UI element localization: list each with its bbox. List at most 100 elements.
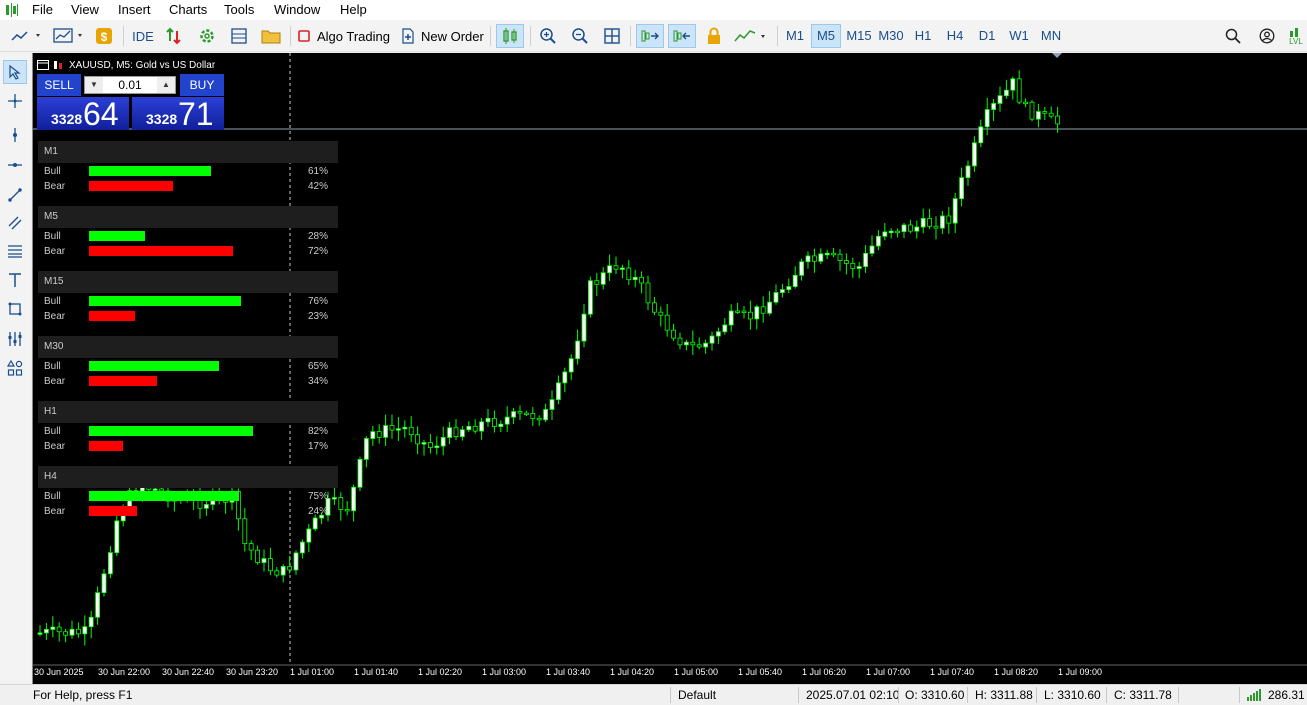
drawing-tools-panel — [0, 53, 31, 684]
time-axis-label: 1 Jul 04:20 — [610, 667, 655, 677]
candle-body — [792, 274, 798, 287]
candle-body — [837, 253, 843, 261]
ide-button[interactable]: IDE — [128, 24, 158, 48]
bear-label: Bear — [44, 311, 66, 322]
profile-name[interactable]: Default — [678, 688, 716, 702]
timeframe-d1-button[interactable]: D1 — [972, 24, 1002, 48]
trade-signal-button[interactable] — [162, 24, 186, 48]
lock-button[interactable] — [702, 24, 726, 48]
horizontal-line-tool[interactable] — [3, 153, 27, 177]
crosshair-tool[interactable] — [3, 89, 27, 113]
account-button[interactable] — [1255, 24, 1279, 48]
chart-template-icon — [53, 28, 82, 43]
candle-body — [677, 337, 683, 346]
auto-scroll-button[interactable] — [636, 24, 664, 48]
candle-body — [280, 566, 286, 576]
candle-body — [856, 266, 862, 269]
candle-body — [767, 301, 772, 314]
time-axis-label: 30 Jun 2025 — [34, 667, 84, 677]
chart-shift-button[interactable] — [668, 24, 696, 48]
timeframe-w1-button[interactable]: W1 — [1004, 24, 1034, 48]
candle-body — [972, 142, 977, 167]
lot-size-input[interactable]: ▼ 0.01 ▲ — [84, 76, 176, 94]
lot-increase-arrow[interactable]: ▲ — [157, 77, 175, 93]
shapes-tool[interactable] — [3, 297, 27, 321]
options-button[interactable] — [195, 24, 219, 48]
buy-price-big: 71 — [178, 96, 214, 132]
text-icon — [9, 273, 21, 287]
lvl-button[interactable]: LVL — [1286, 24, 1306, 48]
menu-view[interactable]: View — [71, 2, 99, 17]
bull-label: Bull — [44, 166, 61, 177]
channel-tool[interactable] — [3, 211, 27, 235]
candle-body — [383, 425, 389, 438]
buy-price-box[interactable]: 3328 71 — [132, 97, 224, 130]
objects-tool[interactable] — [3, 356, 27, 380]
menu-charts[interactable]: Charts — [169, 2, 207, 17]
timeframe-m15-button[interactable]: M15 — [843, 24, 875, 48]
timeframe-m1-button[interactable]: M1 — [781, 24, 809, 48]
bear-label: Bear — [44, 246, 66, 257]
time-axis-label: 30 Jun 23:20 — [226, 667, 279, 677]
elliott-tool[interactable] — [3, 327, 27, 351]
indicators-dropdown[interactable] — [732, 24, 772, 48]
menu-window[interactable]: Window — [274, 2, 320, 17]
candle-body — [491, 417, 497, 427]
calculator-button[interactable] — [227, 24, 251, 48]
sell-price-prefix: 3328 — [51, 111, 83, 127]
sell-button[interactable]: SELL — [37, 74, 81, 96]
trend-line-tool[interactable] — [3, 183, 27, 207]
timeframe-m5-button[interactable]: M5 — [811, 24, 841, 48]
templates-dropdown[interactable] — [50, 24, 88, 48]
sell-price-box[interactable]: 3328 64 — [37, 97, 129, 130]
bull-percent: 28% — [308, 231, 329, 242]
candle-body — [498, 423, 504, 427]
tile-windows-button[interactable] — [600, 24, 624, 48]
open-folder-button[interactable] — [259, 24, 283, 48]
candle-body — [620, 267, 625, 270]
menu-help[interactable]: Help — [340, 2, 367, 17]
text-tool[interactable] — [3, 268, 27, 292]
timeframe-h4-button[interactable]: H4 — [940, 24, 970, 48]
algo-trading-button[interactable]: Algo Trading — [297, 24, 392, 48]
time-axis-label: 1 Jul 05:00 — [674, 667, 719, 677]
menu-file[interactable]: File — [32, 2, 53, 17]
help-hint: For Help, press F1 — [33, 688, 133, 702]
candle-body — [940, 215, 945, 229]
timeframe-mn-button[interactable]: MN — [1036, 24, 1066, 48]
menu-tools[interactable]: Tools — [224, 2, 254, 17]
lot-decrease-arrow[interactable]: ▼ — [85, 77, 103, 93]
candle-body — [114, 520, 120, 553]
candle-body — [741, 310, 747, 313]
new-order-button[interactable]: New Order — [400, 24, 484, 48]
sell-price-big: 64 — [83, 96, 119, 132]
candle-body — [632, 276, 638, 281]
price-chart[interactable]: XAUUSD, M5: Gold vs US Dollar SELL ▼ 0.0… — [32, 53, 1307, 684]
candle-body — [351, 486, 357, 512]
menu-insert[interactable]: Insert — [118, 2, 151, 17]
search-button[interactable] — [1221, 24, 1245, 48]
candle-body — [299, 541, 305, 554]
candle-body — [869, 245, 875, 254]
candle-body — [831, 252, 836, 256]
zoom-in-button[interactable] — [536, 24, 560, 48]
buy-button[interactable]: BUY — [180, 74, 224, 96]
timeframe-h1-button[interactable]: H1 — [908, 24, 938, 48]
candle-body — [652, 302, 657, 313]
candle-body — [600, 272, 606, 285]
market-button[interactable]: $ — [93, 24, 115, 48]
zoom-out-button[interactable] — [568, 24, 592, 48]
fibonacci-tool[interactable] — [3, 239, 27, 263]
candle-body — [658, 311, 664, 316]
vertical-line-tool[interactable] — [3, 123, 27, 147]
timeframe-m30-button[interactable]: M30 — [875, 24, 907, 48]
candle-body — [370, 431, 376, 439]
time-axis-label: 1 Jul 01:00 — [290, 667, 335, 677]
candle-body — [984, 109, 990, 128]
candle-body — [543, 409, 549, 421]
chart-type-dropdown[interactable] — [8, 24, 46, 48]
cursor-tool[interactable] — [3, 60, 27, 84]
lock-icon — [708, 27, 720, 44]
strength-timeframe-title: H1 — [38, 401, 338, 423]
candlestick-chart-button[interactable] — [496, 24, 524, 48]
